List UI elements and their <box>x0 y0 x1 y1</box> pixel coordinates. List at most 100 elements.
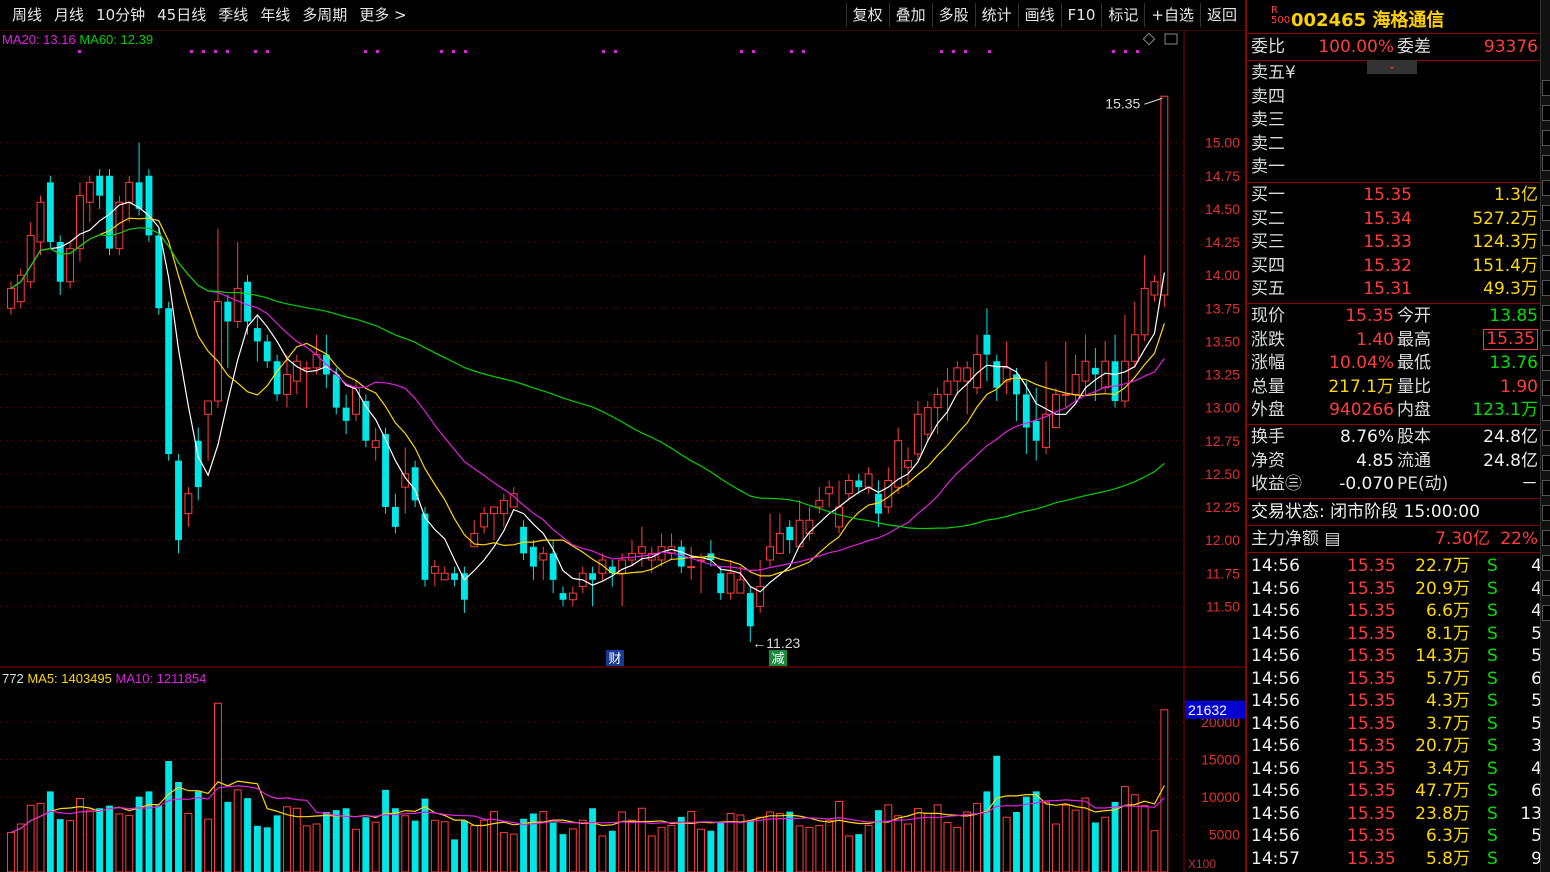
period-tab-7[interactable]: 更多 > <box>353 4 412 26</box>
volume-bar-down <box>382 789 389 872</box>
candle-down <box>145 175 153 236</box>
sell-label: 卖二 <box>1251 133 1285 154</box>
tick-price: 15.35 <box>1347 691 1396 711</box>
signal-dot <box>452 50 455 53</box>
candle-up <box>943 380 952 395</box>
separator <box>1247 552 1542 553</box>
buy-price: 15.33 <box>1363 232 1412 252</box>
tool-button-1[interactable]: 叠加 <box>888 3 932 27</box>
price-tick-label: 15.00 <box>1205 135 1240 151</box>
stat-value: 940266 <box>1329 400 1394 420</box>
volume-bar-up <box>16 823 25 872</box>
high-price-label: 15.35 <box>1105 95 1140 111</box>
tool-button-3[interactable]: 统计 <box>974 3 1018 27</box>
volume-bar-up <box>943 822 952 872</box>
volume-bar-up <box>302 825 311 872</box>
tool-button-7[interactable]: +自选 <box>1144 3 1200 27</box>
buy-label: 买五 <box>1251 279 1285 299</box>
volume-bar-up <box>598 835 607 872</box>
candle-up <box>499 499 508 515</box>
candle-down <box>983 334 991 355</box>
tick-direction: S <box>1487 826 1498 846</box>
stat-value-2: 13.76 <box>1489 353 1538 373</box>
sell-label: 卖四 <box>1251 86 1285 107</box>
price-tick-label: 13.50 <box>1205 333 1240 349</box>
tick-time: 14:56 <box>1251 691 1300 711</box>
volume-bar-up <box>963 811 972 872</box>
candle-down <box>96 175 104 196</box>
signal-dot <box>226 50 229 53</box>
info-row: 换手 8.76% 股本 24.8亿 <box>1247 426 1542 449</box>
collapse-icon[interactable]: ⌄ <box>1367 60 1417 74</box>
info-value-2: 24.8亿 <box>1483 427 1538 447</box>
candle-up <box>302 367 311 370</box>
candle-down <box>332 374 340 408</box>
tool-button-6[interactable]: 标记 <box>1101 3 1144 27</box>
candle-down <box>608 566 616 574</box>
badge: R 500 <box>1271 5 1291 26</box>
scroll-tick <box>1542 405 1550 421</box>
period-tab-1[interactable]: 月线 <box>48 4 90 26</box>
tick-row: 14:56 15.35 22.7万 S 4 <box>1247 555 1542 578</box>
candle-down <box>46 182 54 242</box>
tick-volume: 5.7万 <box>1425 668 1470 689</box>
candle-down <box>244 281 251 322</box>
scroll-tick <box>1542 480 1550 496</box>
volume-bar-down <box>253 825 261 872</box>
period-tab-5[interactable]: 年线 <box>254 4 296 26</box>
volume-bar-down <box>875 810 882 872</box>
volume-bar-down <box>559 834 567 872</box>
buy-row: 买五 15.31 49.3万 <box>1247 278 1542 301</box>
tick-row: 14:57 15.35 5.8万 S 9 <box>1247 848 1542 871</box>
period-tab-3[interactable]: 45日线 <box>151 4 212 26</box>
panel-toggle-icon[interactable] <box>1164 33 1178 45</box>
kline-chart[interactable]: 15.00 14.75 14.50 14.25 14.00 13.75 13.50 13.25… <box>0 30 1245 872</box>
stock-code-name[interactable]: 002465 海格通信 <box>1291 6 1444 32</box>
info-label-2: 股本 <box>1397 427 1431 447</box>
tick-volume: 22.7万 <box>1415 556 1470 576</box>
tool-button-8[interactable]: 返回 <box>1199 3 1243 27</box>
tick-price: 15.35 <box>1347 848 1396 869</box>
candle-up <box>953 367 962 382</box>
separator <box>1247 33 1542 34</box>
candle-down <box>855 480 863 488</box>
period-tab-4[interactable]: 季线 <box>212 4 254 26</box>
volume-bar-down <box>589 808 597 872</box>
volume-bar-down <box>332 810 340 872</box>
tool-button-2[interactable]: 多股 <box>931 3 975 27</box>
tick-price: 15.35 <box>1347 578 1396 599</box>
vol-ma10-line <box>10 785 1165 834</box>
period-tab-6[interactable]: 多周期 <box>296 4 353 26</box>
buy-row: 买三 15.33 124.3万 <box>1247 231 1542 254</box>
candle-down <box>253 328 261 342</box>
buy-price: 15.32 <box>1363 255 1412 276</box>
volume-bar-down <box>421 798 429 872</box>
scrollbar[interactable] <box>1540 0 1550 872</box>
period-tab-0[interactable]: 周线 <box>6 4 48 26</box>
volume-bar-up <box>490 811 498 872</box>
tool-button-5[interactable]: F10 <box>1060 3 1102 27</box>
tool-button-0[interactable]: 复权 <box>845 3 889 27</box>
volume-bar-down <box>520 818 528 872</box>
tool-button-4[interactable]: 画线 <box>1017 3 1061 27</box>
tick-volume: 20.9万 <box>1415 578 1470 599</box>
stat-value-2: 15.35 <box>1483 328 1538 350</box>
volume-bar-up <box>795 825 804 872</box>
price-tick-label: 13.25 <box>1205 367 1240 383</box>
tick-direction: S <box>1487 691 1498 711</box>
diamond-icon[interactable] <box>1142 32 1156 46</box>
candle-up <box>1130 334 1139 362</box>
period-tab-2[interactable]: 10分钟 <box>90 4 151 26</box>
scroll-tick <box>1542 455 1550 471</box>
stat-label: 现价 <box>1251 306 1285 326</box>
tick-direction: S <box>1487 803 1498 824</box>
buy-volume: 1.3亿 <box>1493 185 1538 205</box>
candle-up <box>1061 393 1070 396</box>
candle-up <box>214 301 222 402</box>
volume-bar-up <box>1061 804 1070 872</box>
volume-bar-up <box>736 814 745 872</box>
scroll-tick <box>1542 230 1550 246</box>
tick-time: 14:56 <box>1251 736 1300 756</box>
tick-time: 14:56 <box>1251 623 1300 644</box>
price-tick-label: 14.00 <box>1205 267 1240 283</box>
